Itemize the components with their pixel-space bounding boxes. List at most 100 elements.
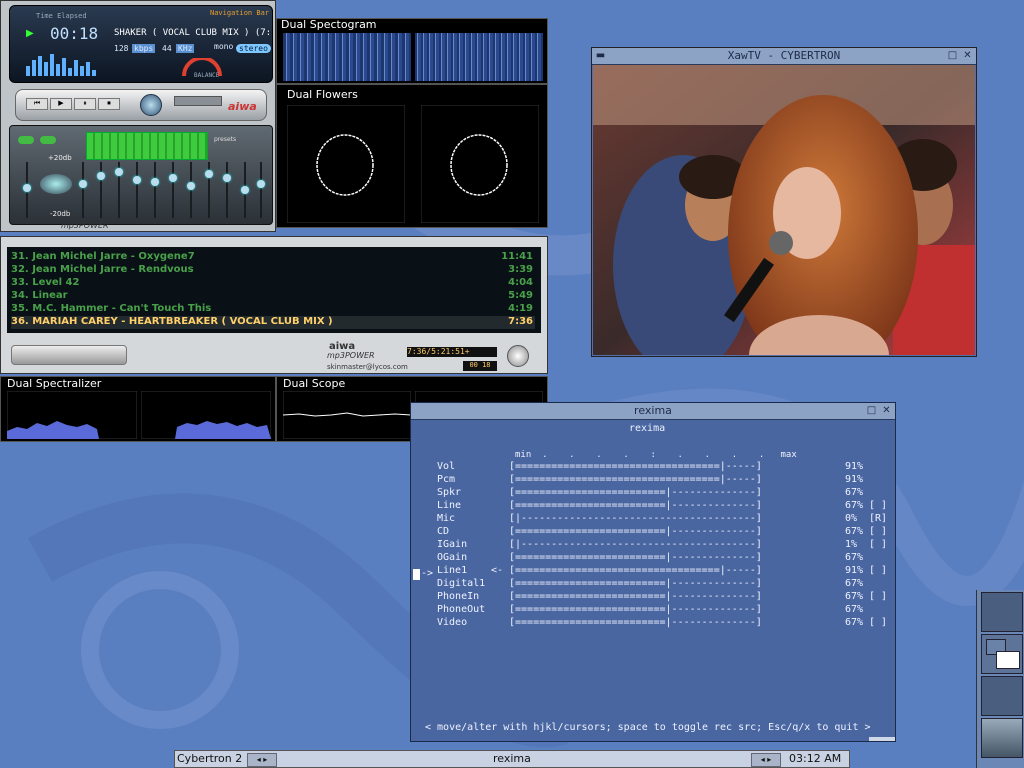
maximize-icon[interactable]: □ [866, 405, 877, 416]
mixer-channel-pcm[interactable]: Pcm [==================================|-… [411, 474, 897, 487]
desktop-name[interactable]: Cybertron 2 [177, 752, 242, 765]
eq-presets-button[interactable]: presets [214, 136, 236, 143]
bitrate-value: 128 [114, 44, 129, 53]
equalizer: presets +20db -20db [9, 125, 273, 225]
mixer-channel-mic[interactable]: Mic [|-----------------------------------… [411, 513, 897, 526]
aiwa-logo: aiwa [228, 100, 257, 113]
eq-slider[interactable] [115, 162, 123, 218]
mixer-channel-igain[interactable]: IGain [|---------------------------------… [411, 539, 897, 552]
rexima-help-line: < move/alter with hjkl/cursors; space to… [425, 722, 871, 733]
dual-spectralizer-panel: Dual Spectralizer [0, 376, 276, 442]
stop-button[interactable]: ⏹ [98, 98, 120, 110]
playlist-small-time: 00 18 [463, 361, 497, 371]
song-title-display[interactable]: SHAKER ( VOCAL CLUB MIX ) (7:36) [114, 28, 270, 38]
playlist-item[interactable]: 33. Level 42 4:04 [11, 277, 535, 290]
playlist-item-current[interactable]: 36. MARIAH CAREY - HEARTBREAKER ( VOCAL … [11, 316, 535, 329]
maximize-icon[interactable]: □ [947, 50, 958, 61]
rexima-terminal-window: rexima □ ✕ rexima min . . . . : . . . . … [410, 402, 896, 742]
close-icon[interactable]: ✕ [881, 405, 892, 416]
preamp-knob[interactable] [40, 174, 72, 194]
dual-flowers-panel: Dual Flowers [276, 84, 548, 228]
volume-knob[interactable] [140, 94, 162, 116]
mixer-channel-cd[interactable]: CD [=========================|-----------… [411, 526, 897, 539]
player-display: Time Elapsed Navigation Bar ▶ 00:18 SHAK… [9, 5, 273, 83]
playlist-item[interactable]: 34. Linear 5:49 [11, 290, 535, 303]
selected-marker: <- [491, 565, 504, 576]
playlist-window: 31. Jean Michel Jarre - Oxygene7 11:41 32… [0, 236, 548, 374]
eq-plus-label: +20db [48, 154, 72, 162]
playlist-item[interactable]: 35. M.C. Hammer - Can't Touch This 4:19 [11, 303, 535, 316]
seek-bar[interactable] [174, 96, 222, 106]
rexima-title: rexima [634, 404, 672, 417]
transport-controls: ⏮ ▶ ⏸ ⏹ aiwa [15, 89, 267, 121]
mixer-channel-phonein[interactable]: PhoneIn [=========================|------… [411, 591, 897, 604]
pause-button[interactable]: ⏸ [74, 98, 96, 110]
playlist-time-counter: 7:36/5:21:51+ [407, 347, 497, 357]
mixer-channel-line[interactable]: Line [=========================|---------… [411, 500, 897, 513]
mixer-channel-phoneout[interactable]: PhoneOut [=========================|-----… [411, 604, 897, 617]
eq-slider[interactable] [23, 162, 31, 218]
pager-desktop-4[interactable] [981, 718, 1023, 758]
mixer-channel-ogain[interactable]: OGain [=========================|--------… [411, 552, 897, 565]
prev-button[interactable]: ⏮ [26, 98, 48, 110]
eq-slider[interactable] [223, 162, 231, 218]
eq-slider[interactable] [241, 162, 249, 218]
rexima-titlebar[interactable]: rexima □ ✕ [411, 403, 895, 420]
playlist-item[interactable]: 31. Jean Michel Jarre - Oxygene7 11:41 [11, 251, 535, 264]
window-switch-arrows[interactable]: ◂ ▸ [751, 753, 781, 767]
play-button[interactable]: ▶ [50, 98, 72, 110]
pager-desktop-2-active[interactable] [981, 634, 1023, 674]
desktop-switch-arrows[interactable]: ◂ ▸ [247, 753, 277, 767]
mixer-channel-spkr[interactable]: Spkr [=========================|---------… [411, 487, 897, 500]
spectogram-left [283, 33, 411, 81]
xawtv-titlebar[interactable]: ▬ XawTV - CYBERTRON □ ✕ [592, 48, 976, 65]
eq-slider[interactable] [151, 162, 159, 218]
tv-video-frame [593, 65, 975, 355]
eq-auto-button[interactable] [40, 136, 56, 144]
mp3power-logo: mp3POWER [327, 351, 375, 360]
pager-desktop-3[interactable] [981, 676, 1023, 716]
mixer-channel-digital1[interactable]: Digital1 [=========================|-----… [411, 578, 897, 591]
flower-left [287, 105, 405, 223]
xawtv-window: ▬ XawTV - CYBERTRON □ ✕ [591, 47, 977, 357]
taskbar: Cybertron 2 ◂ ▸ rexima ◂ ▸ 03:12 AM [174, 750, 850, 768]
eq-slider[interactable] [187, 162, 195, 218]
eq-slider[interactable] [79, 162, 87, 218]
playlist-knob[interactable] [507, 345, 529, 367]
eq-slider[interactable] [257, 162, 265, 218]
spectogram-title: Dual Spectogram [281, 18, 377, 31]
time-display[interactable]: 00:18 [50, 24, 98, 43]
mixer-channel-video[interactable]: Video [=========================|--------… [411, 617, 897, 630]
playlist-tracks: 31. Jean Michel Jarre - Oxygene7 11:41 32… [7, 247, 541, 333]
spectogram-right [415, 33, 543, 81]
pager-desktop-1[interactable] [981, 592, 1023, 632]
mixer-channels: -> Vol [=================================… [411, 461, 897, 631]
mixer-channel-line1-selected[interactable]: Line1 <- [================================… [411, 565, 897, 578]
close-icon[interactable]: ✕ [962, 50, 973, 61]
eq-slider[interactable] [169, 162, 177, 218]
taskbar-window-rexima[interactable]: rexima [493, 752, 531, 765]
scope-left [283, 391, 411, 439]
eq-slider[interactable] [205, 162, 213, 218]
navigation-bar-label[interactable]: Navigation Bar [210, 9, 269, 17]
mixer-channel-vol[interactable]: Vol [==================================|-… [411, 461, 897, 474]
flowers-title: Dual Flowers [287, 88, 358, 101]
mono-indicator: mono [214, 42, 234, 51]
mini-spectrum-icon [26, 54, 96, 76]
samplerate-value: 44 [162, 44, 172, 53]
eq-slider[interactable] [97, 162, 105, 218]
flower-right [421, 105, 539, 223]
eq-minus-label: -20db [50, 210, 71, 218]
clock: 03:12 AM [789, 752, 842, 765]
scope-title: Dual Scope [283, 377, 346, 390]
time-elapsed-label: Time Elapsed [36, 12, 87, 20]
desktop-pager [976, 590, 1024, 768]
samplerate-unit: KHz [176, 44, 195, 53]
playlist-buttons[interactable] [11, 345, 127, 365]
dual-spectogram-panel: Dual Spectogram [276, 18, 548, 84]
playlist-item[interactable]: 32. Jean Michel Jarre - Rendvous 3:39 [11, 264, 535, 277]
resize-handle[interactable] [869, 737, 895, 741]
eq-slider[interactable] [133, 162, 141, 218]
eq-on-button[interactable] [18, 136, 34, 144]
mp3-player-main: Time Elapsed Navigation Bar ▶ 00:18 SHAK… [0, 0, 276, 232]
